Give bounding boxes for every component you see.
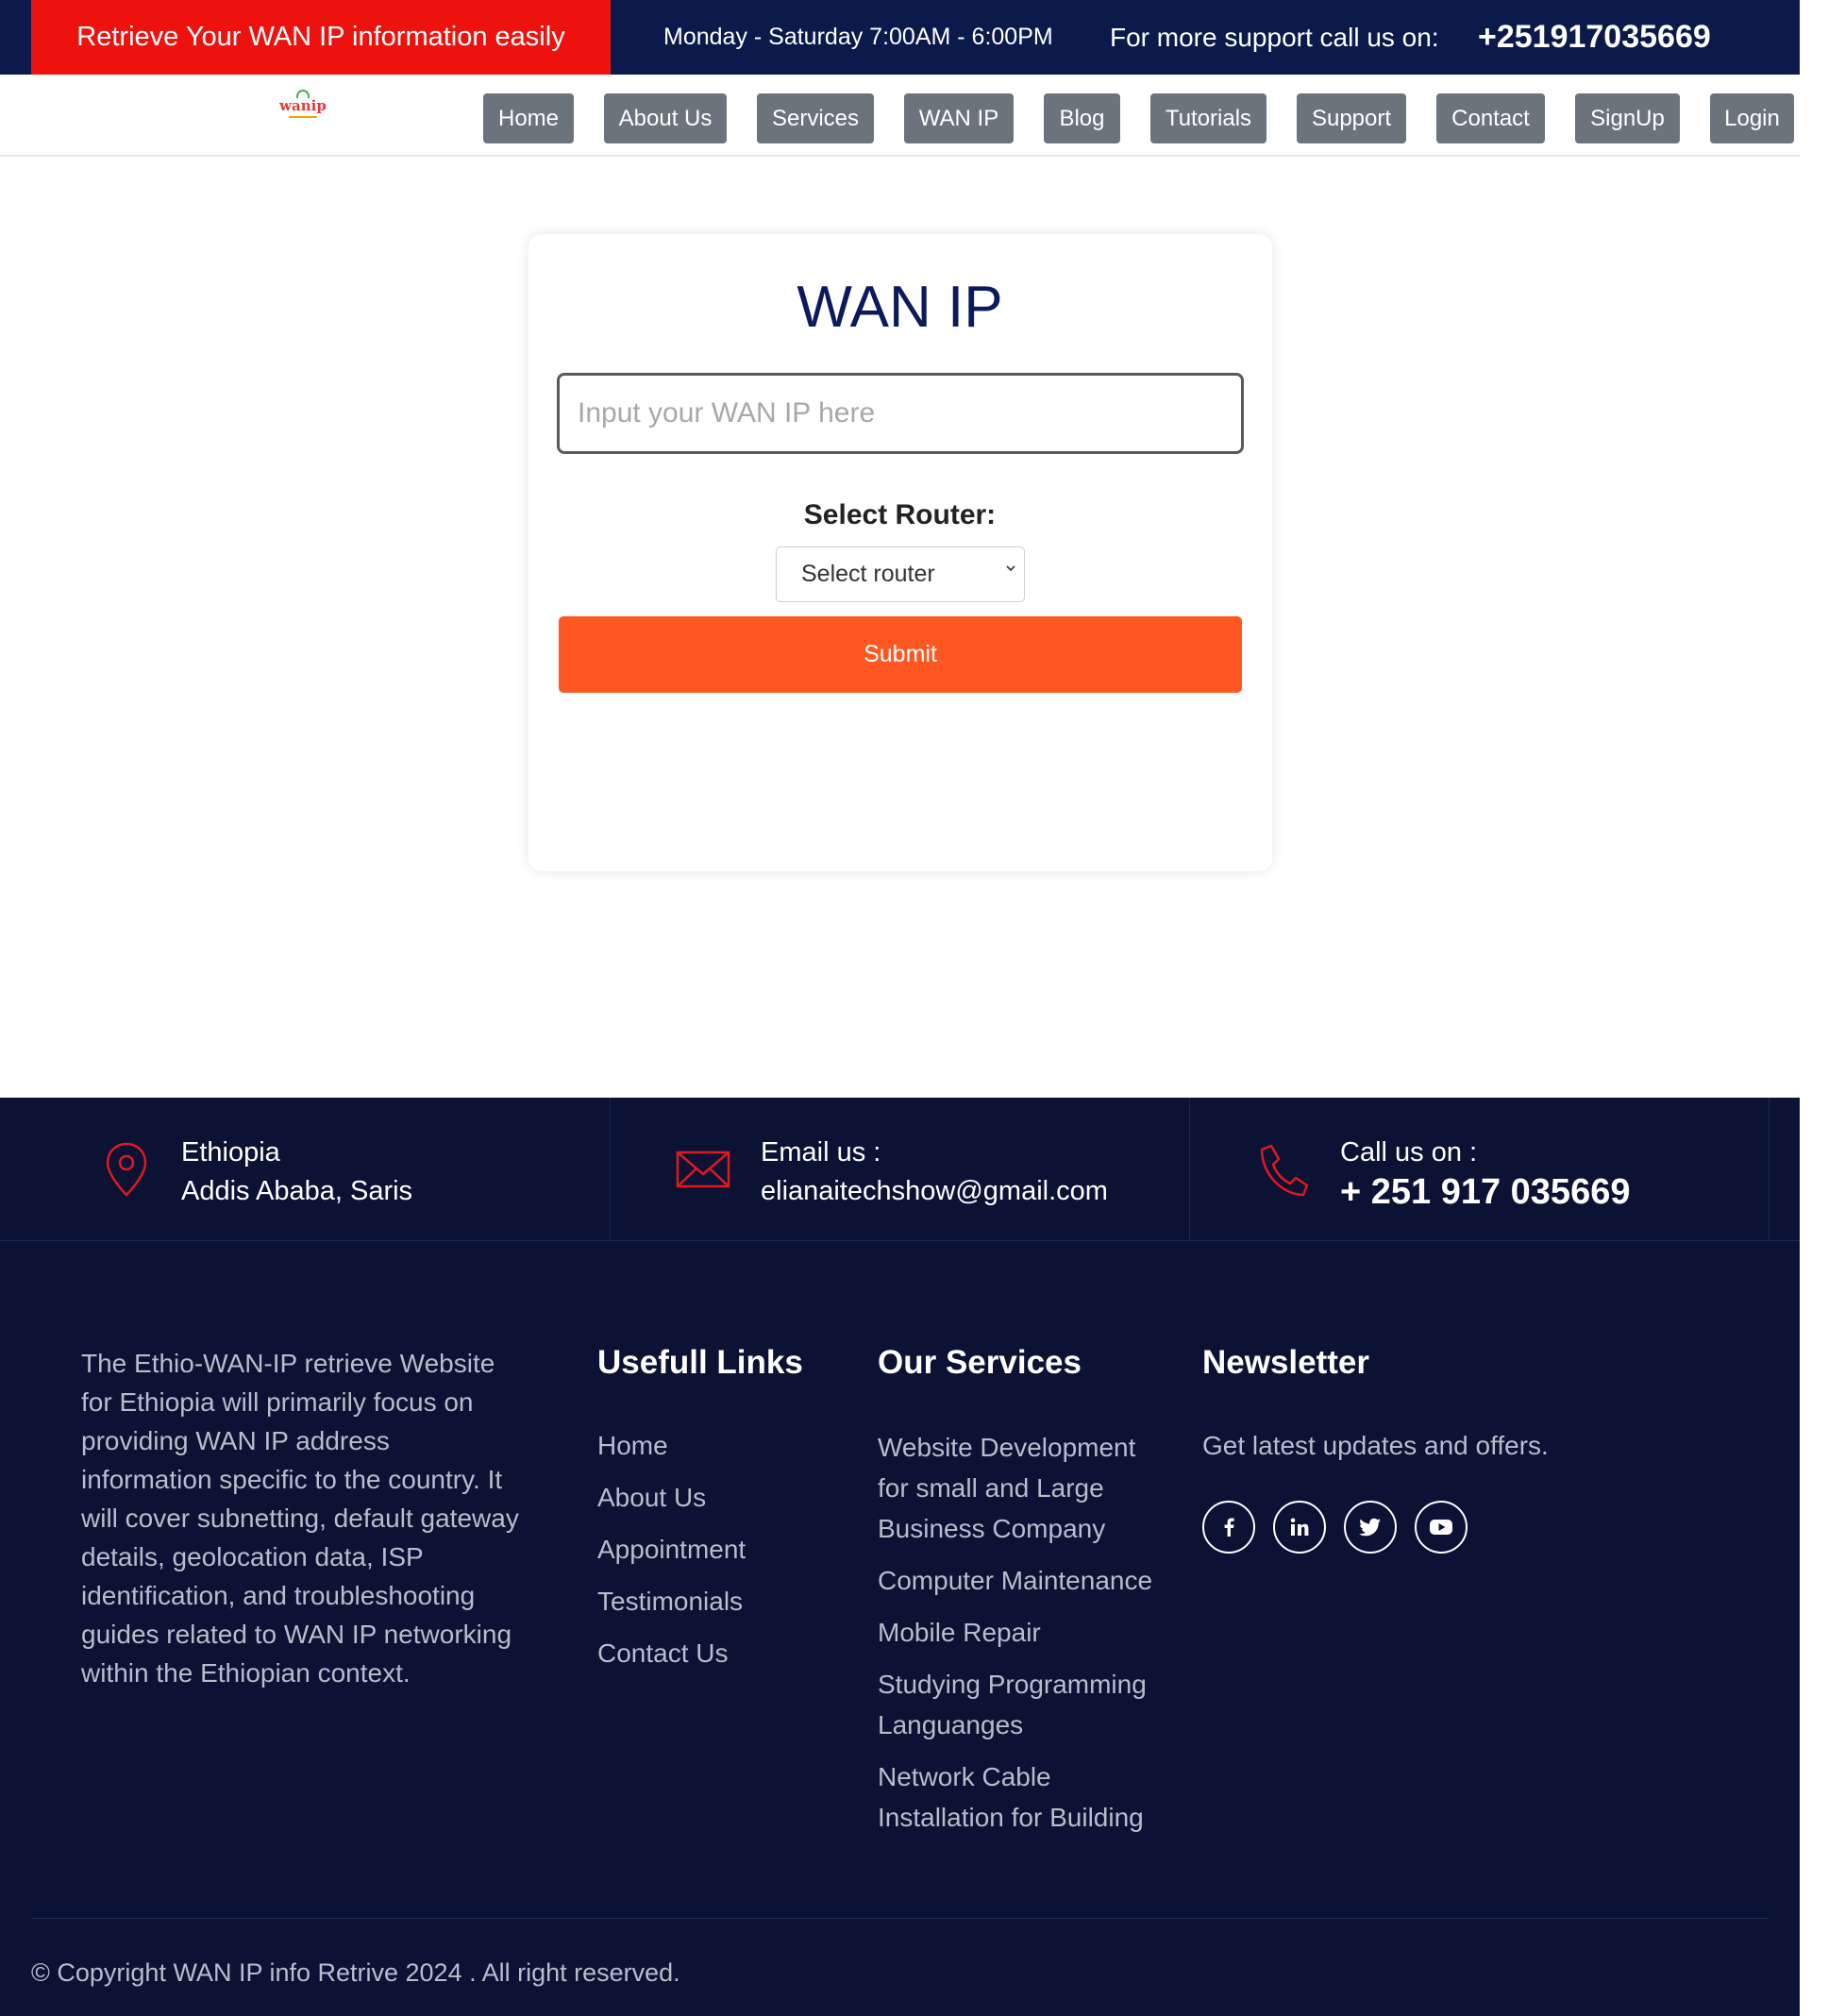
footer: The Ethio-WAN-IP retrieve Website for Et… <box>0 1241 1800 2016</box>
nav-about-us[interactable]: About Us <box>604 93 727 143</box>
location-text: Ethiopia Addis Ababa, Saris <box>181 1134 412 1211</box>
support-phone[interactable]: +251917035669 <box>1478 0 1711 75</box>
nav-login[interactable]: Login <box>1710 93 1794 143</box>
service-item[interactable]: Computer Maintenance <box>878 1560 1161 1601</box>
contact-phone: Call us on : + 251 917 035669 <box>1190 1098 1770 1241</box>
submit-button[interactable]: Submit <box>559 616 1242 693</box>
nav-support[interactable]: Support <box>1297 93 1406 143</box>
linkedin-icon[interactable] <box>1273 1501 1326 1554</box>
youtube-icon[interactable] <box>1415 1501 1468 1554</box>
footer-link-appointment[interactable]: Appointment <box>597 1531 746 1569</box>
nav-contact[interactable]: Contact <box>1436 93 1545 143</box>
nav-home[interactable]: Home <box>483 93 574 143</box>
newsletter-text: Get latest updates and offers. <box>1202 1431 1549 1460</box>
site: Retrieve Your WAN IP information easily … <box>0 0 1800 2016</box>
phone-icon <box>1260 1144 1309 1197</box>
chevron-down-icon <box>1006 565 1015 572</box>
footer-link-home[interactable]: Home <box>597 1427 746 1465</box>
newsletter-heading: Newsletter <box>1202 1344 1370 1381</box>
contact-strip: Ethiopia Addis Ababa, Saris Email us : e… <box>0 1098 1800 1241</box>
useful-links: Home About Us Appointment Testimonials C… <box>597 1427 746 1687</box>
router-select-value: Select router <box>801 561 935 587</box>
email-label: Email us : <box>761 1137 881 1168</box>
tagline: Retrieve Your WAN IP information easily <box>31 0 611 75</box>
email-address[interactable]: elianaitechshow@gmail.com <box>761 1172 1108 1211</box>
linkedin-glyph-icon <box>1290 1518 1309 1536</box>
logo-text: wanip <box>279 97 327 114</box>
call-label: Call us on : <box>1340 1137 1478 1168</box>
youtube-glyph-icon <box>1430 1520 1452 1535</box>
services-list: Website Development for small and Large … <box>878 1427 1161 1849</box>
nav-signup[interactable]: SignUp <box>1575 93 1680 143</box>
call-number[interactable]: + 251 917 035669 <box>1340 1172 1630 1213</box>
email-text: Email us : elianaitechshow@gmail.com <box>761 1134 1108 1211</box>
envelope-icon <box>676 1151 730 1188</box>
service-item[interactable]: Mobile Repair <box>878 1612 1161 1653</box>
location-country: Ethiopia <box>181 1137 280 1168</box>
page-title: WAN IP <box>797 275 1003 340</box>
twitter-glyph-icon <box>1359 1518 1381 1537</box>
location-pin-icon <box>106 1142 147 1197</box>
footer-divider <box>31 1918 1769 1919</box>
logo-underline <box>289 116 317 118</box>
services-heading: Our Services <box>878 1344 1082 1381</box>
nav-wan-ip[interactable]: WAN IP <box>904 93 1014 143</box>
service-item[interactable]: Website Development for small and Large … <box>878 1427 1161 1549</box>
location-city: Addis Ababa, Saris <box>181 1176 413 1206</box>
copyright: © Copyright WAN IP info Retrive 2024 . A… <box>31 1958 680 1987</box>
facebook-icon[interactable] <box>1202 1501 1255 1554</box>
business-hours: Monday - Saturday 7:00AM - 6:00PM <box>663 24 1053 50</box>
contact-location: Ethiopia Addis Ababa, Saris <box>0 1098 611 1241</box>
wan-ip-input[interactable] <box>557 373 1244 454</box>
footer-link-contact-us[interactable]: Contact Us <box>597 1635 746 1672</box>
links-heading: Usefull Links <box>597 1344 803 1381</box>
nav-blog[interactable]: Blog <box>1044 93 1120 143</box>
footer-link-about-us[interactable]: About Us <box>597 1479 746 1517</box>
router-select[interactable]: Select router <box>776 546 1025 602</box>
twitter-icon[interactable] <box>1344 1501 1397 1554</box>
service-item[interactable]: Studying Programming Languanges <box>878 1664 1161 1745</box>
footer-about: The Ethio-WAN-IP retrieve Website for Et… <box>81 1349 519 1688</box>
nav-tutorials[interactable]: Tutorials <box>1150 93 1266 143</box>
facebook-glyph-icon <box>1224 1518 1234 1537</box>
contact-email: Email us : elianaitechshow@gmail.com <box>611 1098 1190 1241</box>
site-logo[interactable]: wanip <box>277 82 328 126</box>
router-label: Select Router: <box>803 499 997 530</box>
navbar: wanip Home About Us Services WAN IP Blog… <box>0 75 1800 157</box>
footer-link-testimonials[interactable]: Testimonials <box>597 1583 746 1621</box>
page: Retrieve Your WAN IP information easily … <box>0 0 1845 2016</box>
support-label: For more support call us on: <box>1110 22 1439 52</box>
nav-services[interactable]: Services <box>757 93 874 143</box>
service-item[interactable]: Network Cable Installation for Building <box>878 1756 1161 1838</box>
top-bar: Retrieve Your WAN IP information easily … <box>0 0 1800 75</box>
phone-text: Call us on : + 251 917 035669 <box>1340 1134 1630 1213</box>
